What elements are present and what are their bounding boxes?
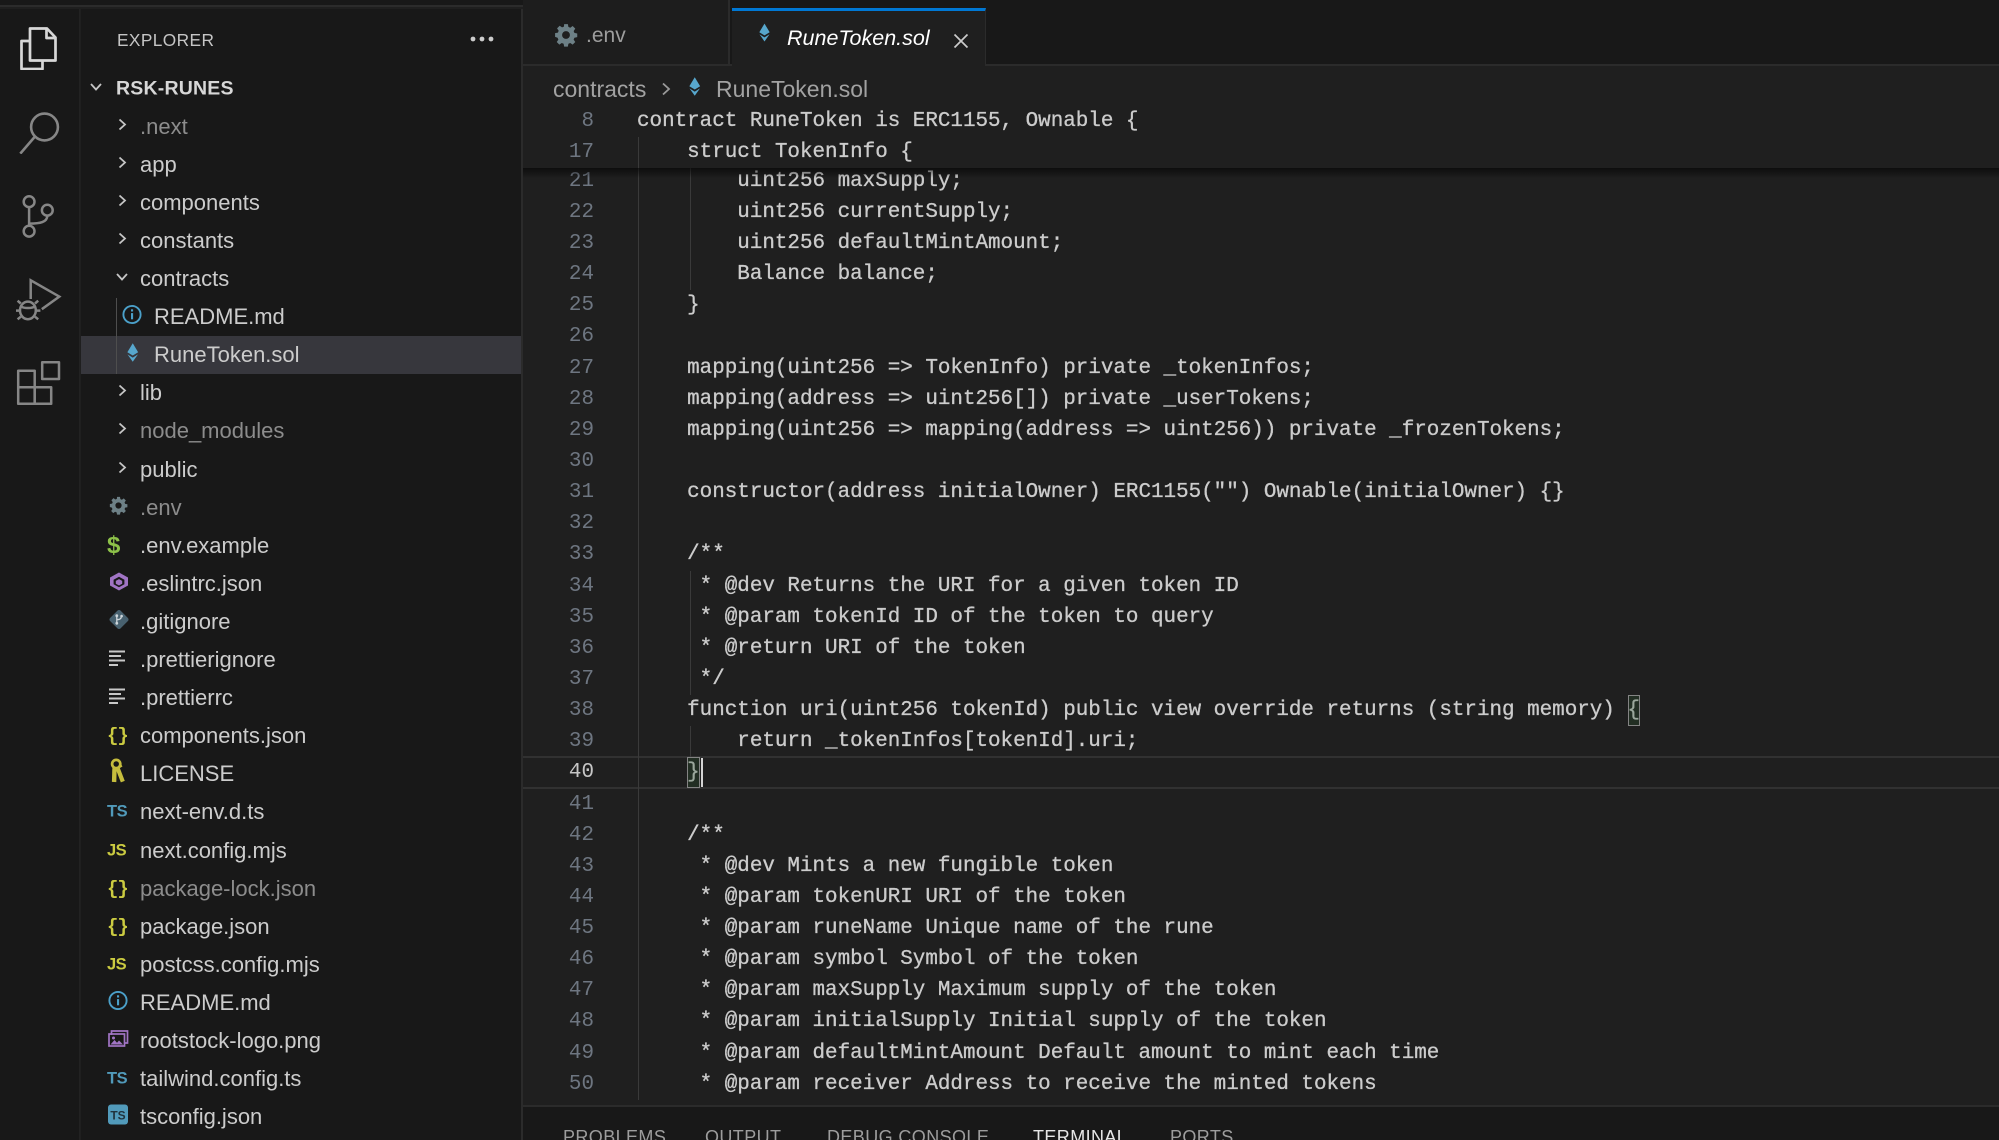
svg-text:TS: TS <box>110 1109 125 1123</box>
